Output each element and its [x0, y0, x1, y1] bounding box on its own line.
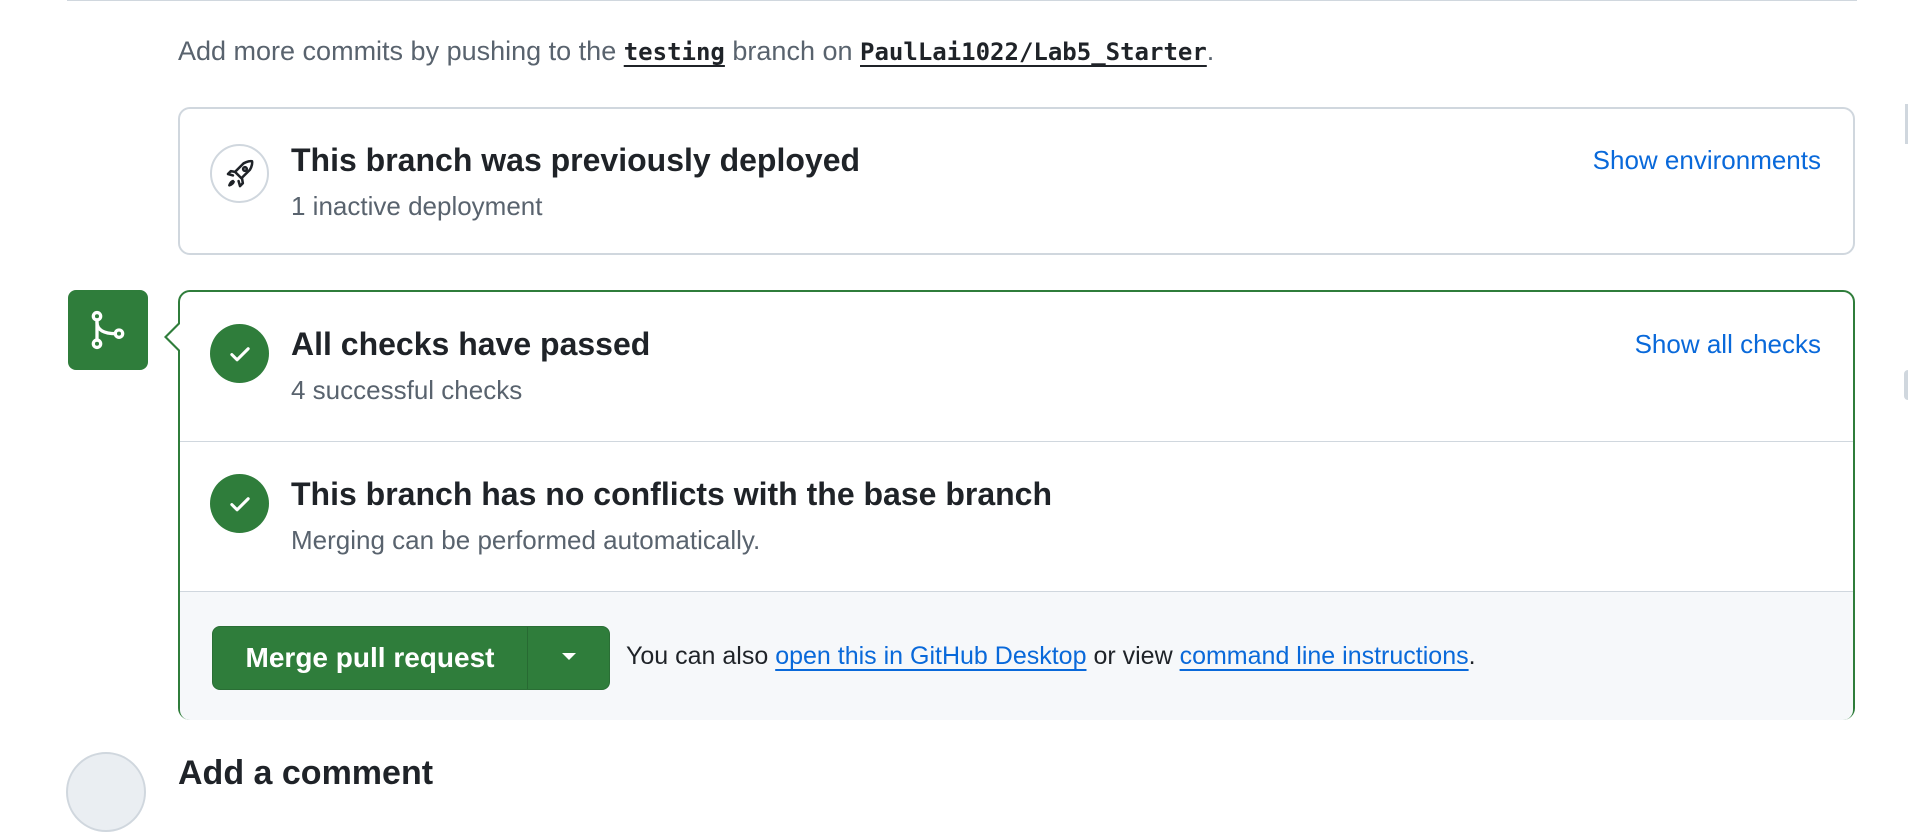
right-edge-fragment: [1904, 370, 1908, 400]
conflicts-subtitle: Merging can be performed automatically.: [291, 525, 761, 555]
command-line-instructions-link[interactable]: command line instructions: [1180, 642, 1469, 670]
merge-actions-section: Merge pull request You can also open thi…: [180, 592, 1853, 720]
push-hint: Add more commits by pushing to the testi…: [178, 36, 1214, 67]
push-hint-middle: branch on: [732, 36, 853, 66]
merge-button-group: Merge pull request: [212, 626, 610, 690]
conflicts-section: This branch has no conflicts with the ba…: [180, 442, 1853, 592]
open-github-desktop-link[interactable]: open this in GitHub Desktop: [775, 642, 1086, 670]
merge-options-dropdown[interactable]: [528, 627, 609, 689]
merge-note-middle: or view: [1093, 642, 1173, 670]
checks-subtitle: 4 successful checks: [291, 375, 523, 405]
show-environments-link[interactable]: Show environments: [1593, 145, 1821, 176]
check-icon: [210, 324, 269, 383]
push-hint-prefix: Add more commits by pushing to the: [178, 36, 617, 66]
rocket-icon: [210, 144, 269, 203]
checks-section: All checks have passed 4 successful chec…: [180, 292, 1853, 442]
push-hint-suffix: .: [1206, 36, 1215, 66]
top-divider: [67, 0, 1857, 1]
merge-note-prefix: You can also: [626, 642, 769, 670]
add-comment-heading: Add a comment: [178, 754, 434, 792]
git-merge-icon: [68, 290, 148, 370]
check-icon: [210, 474, 269, 533]
show-all-checks-link[interactable]: Show all checks: [1635, 329, 1821, 360]
avatar: [66, 752, 146, 832]
merge-pull-request-button[interactable]: Merge pull request: [213, 627, 528, 689]
deployment-title: This branch was previously deployed: [291, 142, 861, 178]
repo-link[interactable]: PaulLai1022/Lab5_Starter: [860, 38, 1207, 66]
conflicts-title: This branch has no conflicts with the ba…: [291, 476, 1053, 512]
branch-name: testing: [623, 38, 725, 66]
checks-title: All checks have passed: [291, 326, 651, 362]
caret-down-icon: [560, 649, 578, 667]
merge-status-panel: All checks have passed 4 successful chec…: [164, 290, 1855, 720]
deployment-panel: This branch was previously deployed 1 in…: [178, 107, 1855, 255]
merge-note: You can also open this in GitHub Desktop…: [626, 642, 1476, 671]
merge-note-suffix: .: [1468, 642, 1476, 670]
deployment-subtitle: 1 inactive deployment: [291, 191, 543, 221]
